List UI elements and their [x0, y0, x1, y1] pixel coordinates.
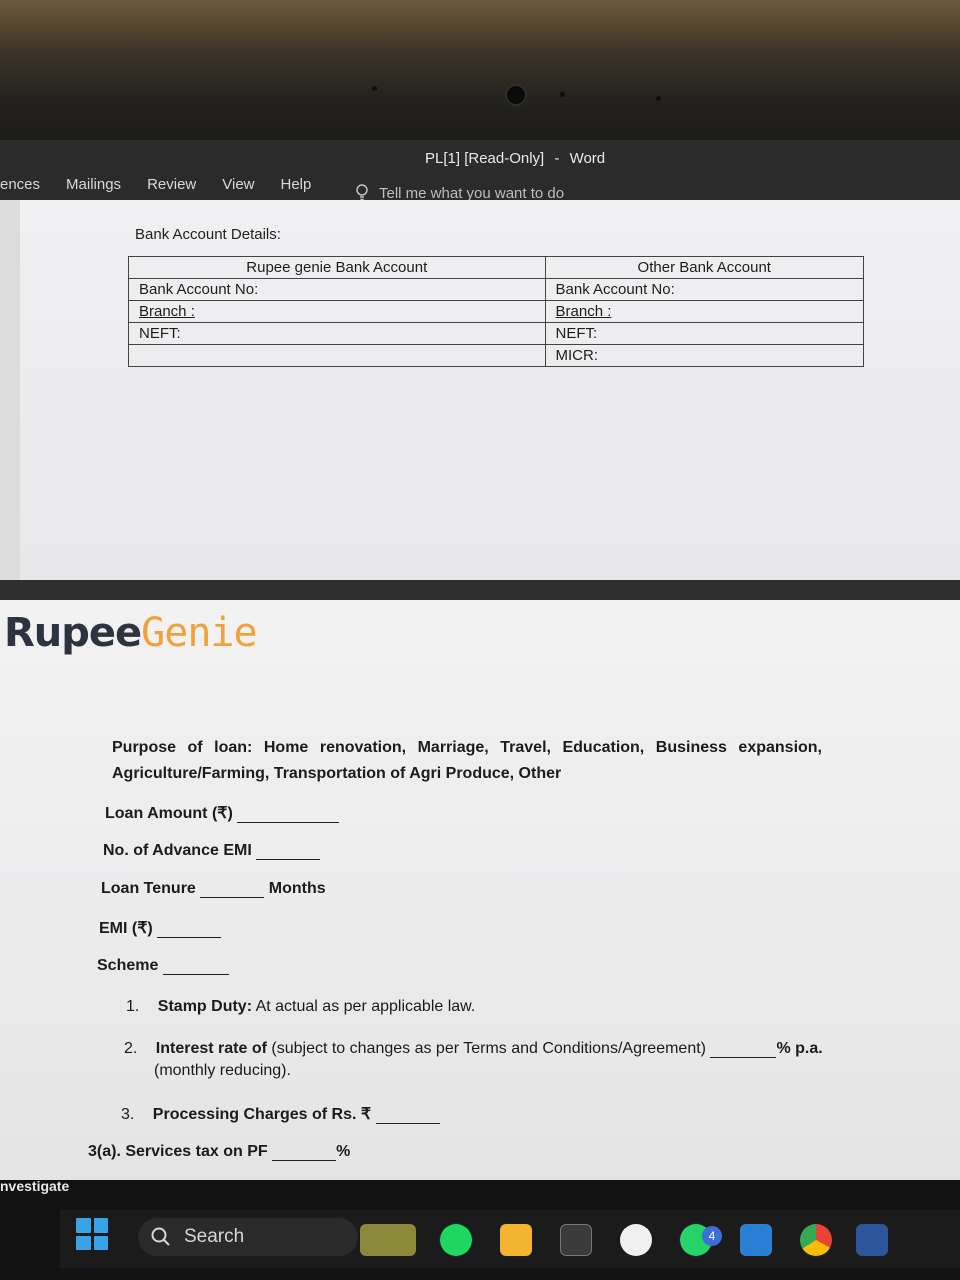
list-item: 2. Interest rate of (subject to changes …: [124, 1040, 884, 1080]
advance-emi-label: No. of Advance EMI: [103, 842, 252, 859]
interest-rate-text: (subject to changes as per Terms and Con…: [271, 1040, 706, 1057]
processing-charges-blank: [375, 1110, 440, 1124]
months-label: Months: [268, 880, 326, 897]
scheme-field: Scheme: [97, 957, 229, 975]
tell-me-text: Tell me what you want to do: [379, 184, 565, 202]
search-label: Search: [184, 1226, 245, 1247]
tab-references[interactable]: ences: [0, 176, 53, 193]
interest-rate-suffix: % p.a.: [776, 1040, 823, 1057]
bezel-dot: [560, 92, 565, 97]
loan-tenure-label: Loan Tenure: [101, 880, 196, 897]
table-cell: MICR:: [544, 344, 865, 367]
table-row: NEFT: NEFT:: [128, 322, 865, 345]
loan-tenure-blank: [200, 884, 265, 898]
monthly-reducing: (monthly reducing).: [154, 1062, 291, 1079]
logo-genie: Genie: [141, 610, 257, 656]
loan-tenure-field: Loan Tenure Months: [101, 880, 326, 898]
table-row: Branch : Branch :: [128, 300, 865, 323]
loan-amount-blank: [237, 809, 340, 823]
list-item: 3. Processing Charges of Rs. ₹: [121, 1104, 440, 1124]
word-icon[interactable]: [856, 1224, 888, 1256]
webcam: [505, 84, 527, 106]
table-cell: Bank Account No:: [544, 278, 865, 301]
interest-rate-label: Interest rate of: [155, 1040, 267, 1057]
services-tax-blank: [272, 1147, 337, 1161]
page-break: [0, 580, 960, 602]
table-cell: Bank Account No:: [128, 278, 546, 301]
table-cell: NEFT:: [128, 322, 546, 345]
services-tax-label: 3(a). Services tax on PF: [88, 1143, 268, 1160]
table-cell: Branch :: [544, 300, 865, 323]
bezel-dot: [656, 96, 661, 101]
advance-emi-field: No. of Advance EMI: [103, 842, 321, 860]
logo-rupee: Rupee: [4, 610, 142, 656]
loan-amount-label: Loan Amount (₹): [105, 805, 233, 822]
status-label: nvestigate: [0, 1178, 70, 1194]
list-item: 1. Stamp Duty: At actual as per applicab…: [126, 998, 475, 1016]
file-explorer-icon[interactable]: [500, 1224, 532, 1256]
windows-start-icon[interactable]: [76, 1218, 108, 1250]
bank-details-table: Rupee genie Bank Account Other Bank Acco…: [128, 256, 865, 367]
github-icon[interactable]: [620, 1224, 652, 1256]
spotify-icon[interactable]: [440, 1224, 472, 1256]
advance-emi-blank: [256, 846, 321, 860]
windows-taskbar: Search: [60, 1210, 960, 1268]
processing-charges-label: Processing Charges of Rs. ₹: [152, 1106, 372, 1123]
chrome-icon[interactable]: [800, 1224, 832, 1256]
tab-help[interactable]: Help: [268, 176, 325, 193]
laptop-bezel: [0, 0, 960, 140]
list-number: 3.: [121, 1106, 135, 1123]
emi-label: EMI (₹): [99, 920, 153, 937]
scheme-blank: [162, 961, 229, 975]
table-header-other-bank: Other Bank Account: [544, 256, 865, 279]
purpose-of-loan: Purpose of loan: Home renovation, Marria…: [112, 739, 822, 782]
table-row: Rupee genie Bank Account Other Bank Acco…: [128, 256, 865, 279]
list-number: 2.: [124, 1040, 138, 1057]
search-icon: [151, 1227, 170, 1246]
bezel-dot: [372, 86, 377, 91]
table-cell: [128, 344, 546, 367]
whatsapp-badge: 4: [702, 1226, 722, 1246]
emi-field: EMI (₹): [99, 918, 222, 938]
taskbar-search[interactable]: Search: [138, 1218, 358, 1256]
rupeegenie-logo: RupeeGenie: [4, 610, 258, 656]
tab-mailings[interactable]: Mailings: [53, 176, 134, 193]
vscode-icon[interactable]: [740, 1224, 772, 1256]
ribbon-tabs: ences Mailings Review View Help: [0, 176, 324, 193]
title-separator: -: [554, 150, 560, 167]
app-name: Word: [569, 150, 606, 167]
table-cell: Branch :: [128, 300, 546, 323]
loan-amount-field: Loan Amount (₹): [105, 803, 340, 823]
interest-rate-blank: [710, 1044, 777, 1058]
scheme-label: Scheme: [97, 957, 159, 974]
terminal-icon[interactable]: [560, 1224, 592, 1256]
stamp-duty-label: Stamp Duty:: [157, 998, 253, 1015]
list-number: 1.: [126, 998, 140, 1015]
services-tax-suffix: %: [336, 1143, 351, 1160]
tab-view[interactable]: View: [209, 176, 267, 193]
table-cell: NEFT:: [544, 322, 865, 345]
bank-details-heading: Bank Account Details:: [135, 226, 281, 243]
list-item: 3(a). Services tax on PF %: [88, 1143, 350, 1161]
document-name: PL[1] [Read-Only]: [425, 150, 545, 167]
table-row: MICR:: [128, 344, 865, 367]
tab-review[interactable]: Review: [134, 176, 209, 193]
emi-blank: [157, 924, 222, 938]
widgets-icon[interactable]: [360, 1224, 416, 1256]
window-title: PL[1] [Read-Only] - Word: [425, 150, 605, 167]
table-row: Bank Account No: Bank Account No:: [128, 278, 865, 301]
stamp-duty-text: At actual as per applicable law.: [255, 998, 476, 1015]
table-header-rupeegenie: Rupee genie Bank Account: [128, 256, 546, 279]
